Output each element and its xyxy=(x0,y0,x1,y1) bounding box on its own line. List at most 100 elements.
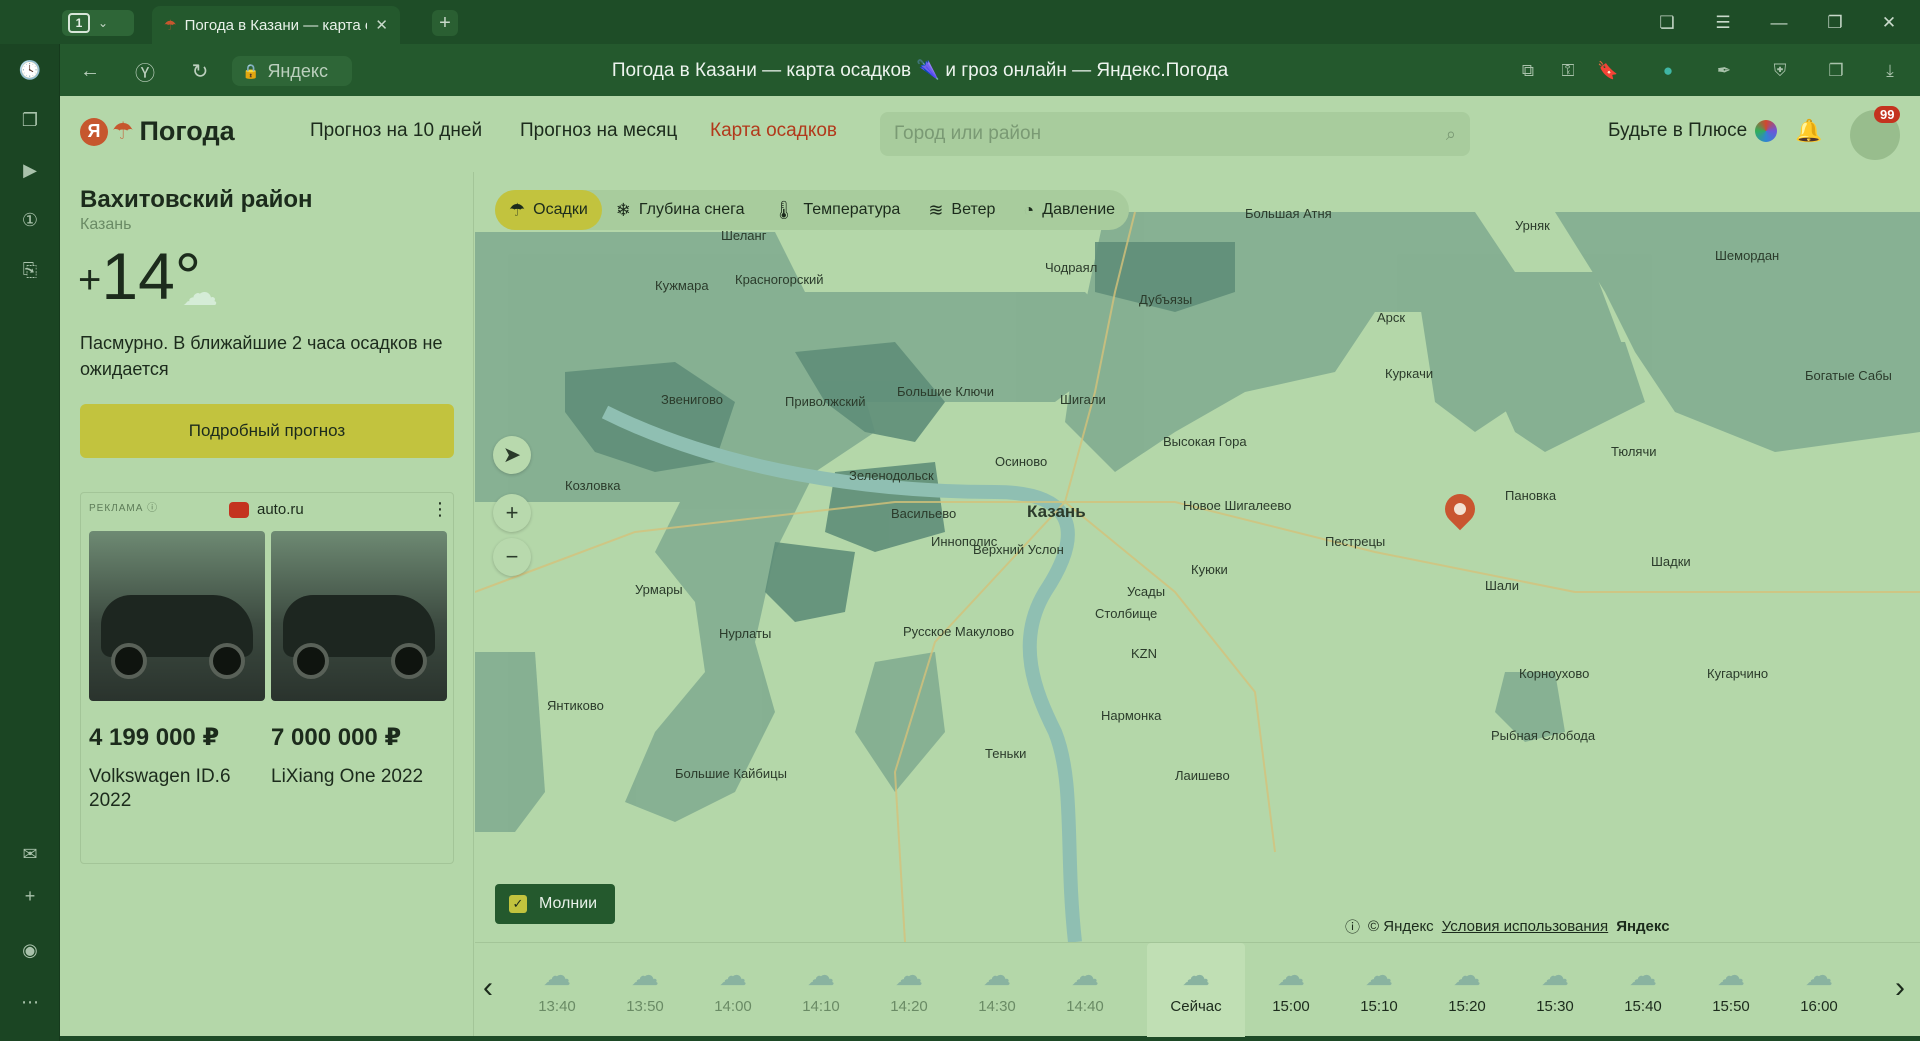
timeline-step[interactable]: ☁ 15:20 xyxy=(1431,943,1503,1037)
timeline-step[interactable]: ☁ 14:30 xyxy=(961,943,1033,1037)
prev-arrow-icon[interactable]: ‹ xyxy=(483,971,493,1005)
layer-precipitation[interactable]: ☂ Осадки xyxy=(495,190,602,230)
timeline-step[interactable]: ☁ 14:10 xyxy=(785,943,857,1037)
tabs-icon[interactable]: ① xyxy=(12,202,48,238)
terms-link[interactable]: Условия использования xyxy=(1442,918,1609,935)
precipitation-map[interactable]: ☂ Осадки ❄ Глубина снега 🌡 Температура ≋ Вет… xyxy=(475,172,1920,942)
maximize-button[interactable]: ❐ xyxy=(1820,10,1850,36)
screenshot-icon[interactable]: ⎘ xyxy=(12,252,48,288)
timeline-step[interactable]: ☁ 15:30 xyxy=(1519,943,1591,1037)
reload-button[interactable]: ↻ xyxy=(186,57,214,85)
yandex-icon[interactable]: Ⓨ xyxy=(131,57,159,85)
tab-counter[interactable]: 1 ⌄ xyxy=(62,10,134,36)
more-icon[interactable]: ⋯ xyxy=(12,984,48,1020)
collections-icon[interactable]: ❐ xyxy=(12,102,48,138)
layer-pressure[interactable]: ◔ Давление xyxy=(1009,190,1129,230)
place-label: Казань xyxy=(1027,502,1086,521)
extension-icon[interactable]: ● xyxy=(1654,57,1682,85)
timeline-step[interactable]: ☁ 15:40 xyxy=(1607,943,1679,1037)
cloud-icon: ☁ xyxy=(182,272,218,313)
alice-icon[interactable]: ◉ xyxy=(12,932,48,968)
checkbox-checked-icon[interactable]: ✓ xyxy=(509,895,527,913)
place-label: Тюлячи xyxy=(1611,444,1657,459)
more-vertical-icon[interactable]: ⋮ xyxy=(431,499,449,520)
search-input[interactable] xyxy=(894,123,1414,145)
layer-label: Осадки xyxy=(533,201,588,218)
timeline-now[interactable]: ☁ Сейчас xyxy=(1147,943,1245,1037)
place-label: Корноухово xyxy=(1519,666,1590,681)
timeline-step[interactable]: ☁ 13:40 xyxy=(521,943,593,1037)
car-price-1[interactable]: 4 199 000 ₽ xyxy=(89,723,219,752)
bookmark-icon[interactable]: 🔖 xyxy=(1594,57,1622,85)
shield-icon[interactable]: ⛨ xyxy=(1766,57,1794,85)
menu-icon[interactable]: ☰ xyxy=(1708,10,1738,36)
car-price-2[interactable]: 7 000 000 ₽ xyxy=(271,723,401,752)
add-service-icon[interactable]: + xyxy=(12,878,48,914)
next-arrow-icon[interactable]: › xyxy=(1895,971,1905,1005)
district-name: Вахитовский район xyxy=(80,186,313,213)
car-name-1[interactable]: Volkswagen ID.6 2022 xyxy=(89,765,259,813)
collections-ext-icon[interactable]: ❐ xyxy=(1822,57,1850,85)
place-label: Теньки xyxy=(985,746,1027,761)
back-button[interactable]: ← xyxy=(76,57,104,85)
car-wheel xyxy=(209,643,245,679)
timeline-step[interactable]: ☁ 15:10 xyxy=(1343,943,1415,1037)
car-image-1[interactable] xyxy=(89,531,265,701)
feather-icon[interactable]: ✒ xyxy=(1710,57,1738,85)
place-label: Шемордан xyxy=(1715,248,1780,263)
detailed-forecast-button[interactable]: Подробный прогноз xyxy=(80,404,454,458)
timeline-step[interactable]: ☁ 14:20 xyxy=(873,943,945,1037)
layer-label: Ветер xyxy=(951,201,996,218)
zoom-out-button[interactable]: − xyxy=(493,538,531,576)
zoom-in-button[interactable]: + xyxy=(493,494,531,532)
video-icon[interactable]: ▶ xyxy=(12,152,48,188)
layer-wind[interactable]: ≋ Ветер xyxy=(914,190,1009,230)
url-host[interactable]: 🔒 Яндекс xyxy=(232,56,352,86)
page-title[interactable]: Погода в Казани — карта осадков 🌂 и гроз… xyxy=(560,58,1280,82)
window-close-button[interactable]: ✕ xyxy=(1874,10,1904,36)
nav-10-days[interactable]: Прогноз на 10 дней xyxy=(310,120,482,142)
place-label: Кужмара xyxy=(655,278,709,293)
url-host-text: Яндекс xyxy=(267,60,328,81)
browser-tab[interactable]: ☂ Погода в Казани — карта осадков и гроз… xyxy=(152,6,400,44)
place-label: Иннополис xyxy=(931,534,998,549)
download-icon[interactable]: ⤓ xyxy=(1876,57,1904,85)
timeline-step[interactable]: ☁ 13:50 xyxy=(609,943,681,1037)
site-logo[interactable]: Я ☂ Погода xyxy=(80,116,235,147)
bell-icon[interactable]: 🔔 xyxy=(1795,118,1822,144)
place-label: Приволжский xyxy=(785,394,866,409)
timeline-step[interactable]: ☁ 14:00 xyxy=(697,943,769,1037)
ad-source[interactable]: auto.ru xyxy=(229,501,304,518)
translate-icon[interactable]: ⧉ xyxy=(1514,57,1542,85)
notification-badge: 99 xyxy=(1874,106,1901,123)
timeline-step[interactable]: ☁ 16:00 xyxy=(1783,943,1855,1037)
place-label: Рыбная Слобода xyxy=(1491,728,1596,743)
close-icon[interactable]: ✕ xyxy=(375,16,388,34)
ad-block: РЕКЛАМА ⓘ auto.ru ⋮ 4 199 000 ₽ 7 000 00… xyxy=(80,492,454,864)
bookmarks-icon[interactable]: ❏ xyxy=(1652,10,1682,36)
layer-snow-depth[interactable]: ❄ Глубина снега xyxy=(602,190,759,230)
locate-button[interactable]: ➤ xyxy=(493,436,531,474)
minimize-button[interactable]: — xyxy=(1764,10,1794,36)
info-icon[interactable]: ⓘ xyxy=(1345,916,1360,937)
timeline-step[interactable]: ☁ 14:40 xyxy=(1049,943,1121,1037)
search-box[interactable]: ⌕ xyxy=(880,112,1470,156)
lightning-toggle[interactable]: ✓ Молнии xyxy=(495,884,616,924)
place-label: Пестрецы xyxy=(1325,534,1386,549)
time-slider: ‹ ☁ 13:40 ☁ 13:50 ☁ 14:00 ☁ 14:10 ☁ 14:20 ☁ 14:30 ☁ 1… xyxy=(475,942,1920,1037)
place-label: Куюки xyxy=(1191,562,1228,577)
layer-temperature[interactable]: 🌡 Температура xyxy=(759,190,915,230)
history-icon[interactable]: 🕓 xyxy=(12,52,48,88)
car-name-2[interactable]: LiXiang One 2022 xyxy=(271,765,441,789)
plus-link[interactable]: Будьте в Плюсе xyxy=(1608,120,1778,142)
car-image-2[interactable] xyxy=(271,531,447,701)
passwords-icon[interactable]: ⚿ xyxy=(1554,57,1582,85)
timeline-step[interactable]: ☁ 15:00 xyxy=(1255,943,1327,1037)
timeline-step[interactable]: ☁ 15:50 xyxy=(1695,943,1767,1037)
nav-precipitation-map[interactable]: Карта осадков xyxy=(710,120,837,142)
search-icon[interactable]: ⌕ xyxy=(1446,124,1456,145)
new-tab-button[interactable]: + xyxy=(432,10,458,36)
nav-month[interactable]: Прогноз на месяц xyxy=(520,120,677,142)
mail-icon[interactable]: ✉ xyxy=(12,836,48,872)
tab-bar: 1 ⌄ ☂ Погода в Казани — карта осадков и … xyxy=(0,0,1920,44)
